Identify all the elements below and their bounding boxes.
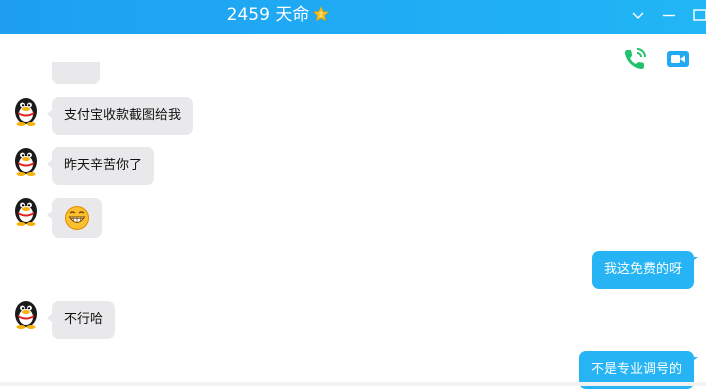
grin-emoji-icon: [65, 206, 89, 230]
title-bar: 2459 天命 2: [0, 0, 706, 34]
maximize-icon[interactable]: [691, 6, 706, 24]
message-bubble[interactable]: 昨天辛苦你了: [46, 147, 155, 185]
gold-star-badge-icon: 2: [313, 6, 330, 22]
penguin-avatar-icon[interactable]: [10, 144, 42, 176]
video-call-icon[interactable]: [665, 46, 691, 72]
penguin-avatar-icon[interactable]: [10, 297, 42, 329]
penguin-avatar-icon[interactable]: [10, 194, 42, 226]
chat-bottom-divider: [0, 382, 706, 386]
phone-call-icon[interactable]: [622, 46, 648, 72]
penguin-avatar-icon[interactable]: [10, 94, 42, 126]
message-bubble-emoji[interactable]: [47, 198, 102, 238]
chevron-down-icon[interactable]: [629, 6, 647, 24]
message-bubble-outgoing[interactable]: 我这免费的呀: [591, 251, 699, 289]
svg-text:2: 2: [319, 12, 323, 19]
message-bubble[interactable]: 不行哈: [46, 301, 116, 339]
chat-title: 2459 天命 2: [0, 0, 706, 30]
message-bubble[interactable]: 支付宝收款截图给我: [46, 97, 194, 135]
partial-message-bubble: [52, 62, 100, 84]
contact-name: 2459 天命: [226, 5, 310, 25]
minimize-icon[interactable]: [660, 6, 678, 24]
